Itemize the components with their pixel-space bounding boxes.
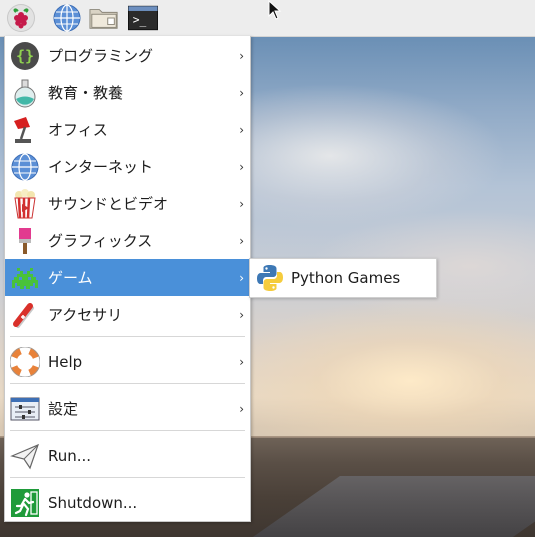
menu-item-run[interactable]: Run... xyxy=(5,437,250,474)
menu-item-label: アクセサリ xyxy=(48,306,123,324)
python-icon xyxy=(254,262,286,294)
web-browser-button[interactable] xyxy=(52,3,82,33)
chevron-right-icon: › xyxy=(239,48,244,63)
menu-item-internet[interactable]: インターネット › xyxy=(5,148,250,185)
swiss-knife-icon xyxy=(9,299,41,331)
svg-text:>_: >_ xyxy=(133,14,147,27)
settings-panel-icon xyxy=(9,393,41,425)
chevron-right-icon: › xyxy=(239,233,244,248)
menu-item-sound-and-video[interactable]: サウンドとビデオ › xyxy=(5,185,250,222)
paper-plane-icon xyxy=(9,440,41,472)
menu-item-label: オフィス xyxy=(48,121,108,139)
terminal-icon: >_ xyxy=(128,5,158,31)
menu-item-label: 教育・教養 xyxy=(48,84,124,102)
popcorn-icon xyxy=(9,188,41,220)
games-submenu: Python Games xyxy=(249,258,437,298)
top-panel: >_ xyxy=(0,0,535,37)
menu-item-graphics[interactable]: グラフィックス › xyxy=(5,222,250,259)
menu-item-label: グラフィックス xyxy=(48,232,153,250)
chevron-right-icon: › xyxy=(239,270,244,285)
menu-item-office[interactable]: オフィス › xyxy=(5,111,250,148)
menu-item-label: インターネット xyxy=(48,158,154,176)
chevron-right-icon: › xyxy=(239,401,244,416)
menu-item-help[interactable]: Help › xyxy=(5,343,250,380)
chevron-right-icon: › xyxy=(239,122,244,137)
raspberry-icon xyxy=(13,8,29,29)
chevron-right-icon: › xyxy=(239,354,244,369)
folder-icon xyxy=(89,9,118,29)
chevron-right-icon: › xyxy=(239,159,244,174)
menu-item-label: Shutdown... xyxy=(48,493,138,512)
menu-separator xyxy=(10,383,245,384)
chevron-right-icon: › xyxy=(239,307,244,322)
desk-lamp-icon xyxy=(9,114,41,146)
file-manager-button[interactable] xyxy=(89,3,119,33)
menu-item-label: Run... xyxy=(48,446,92,465)
svg-text:{}: {} xyxy=(16,47,34,65)
submenu-item-label: Python Games xyxy=(291,269,401,287)
submenu-item-python-games[interactable]: Python Games xyxy=(250,259,436,297)
menu-item-label: サウンドとビデオ xyxy=(48,195,169,213)
menu-item-education[interactable]: 教育・教養 › xyxy=(5,74,250,111)
chevron-right-icon: › xyxy=(239,85,244,100)
exit-icon xyxy=(9,487,41,519)
space-invader-icon xyxy=(9,262,41,294)
menu-item-shutdown[interactable]: Shutdown... xyxy=(5,484,250,521)
lifebuoy-icon xyxy=(9,346,41,378)
raspberry-menu-button[interactable] xyxy=(6,3,36,33)
application-menu: {} プログラミング › 教育・教養 › オフィス › インターネット › サウ… xyxy=(4,36,251,522)
menu-separator xyxy=(10,336,245,337)
menu-item-label: 設定 xyxy=(48,400,79,418)
menu-item-label: Help xyxy=(48,352,83,371)
menu-item-games[interactable]: ゲーム › xyxy=(5,259,250,296)
mouse-pointer-icon xyxy=(268,0,282,20)
terminal-button[interactable]: >_ xyxy=(128,3,158,33)
braces-icon: {} xyxy=(9,40,41,72)
paintbrush-icon xyxy=(9,225,41,257)
globe-icon xyxy=(53,4,81,32)
raspberry-menu-button-ring xyxy=(7,4,35,32)
menu-item-label: プログラミング xyxy=(48,47,154,65)
menu-separator xyxy=(10,477,245,478)
menu-item-accessories[interactable]: アクセサリ › xyxy=(5,296,250,333)
flask-icon xyxy=(9,77,41,109)
menu-item-programming[interactable]: {} プログラミング › xyxy=(5,37,250,74)
menu-separator xyxy=(10,430,245,431)
chevron-right-icon: › xyxy=(239,196,244,211)
menu-item-preferences[interactable]: 設定 › xyxy=(5,390,250,427)
globe-icon xyxy=(9,151,41,183)
menu-item-label: ゲーム xyxy=(48,269,93,287)
